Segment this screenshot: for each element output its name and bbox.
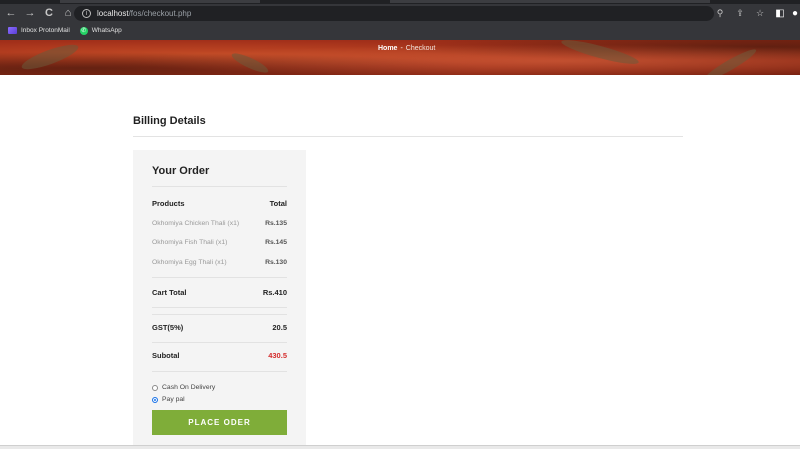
place-order-button[interactable]: PLACE ODER [152, 410, 287, 435]
item-name: Okhomiya Egg Thali (x1) [152, 259, 227, 266]
divider [152, 371, 287, 372]
whatsapp-icon: ✆ [79, 26, 88, 35]
page-bottom-border [0, 445, 800, 449]
zoom-icon[interactable]: ⚲ [710, 8, 730, 19]
site-info-icon[interactable]: i [82, 9, 91, 18]
divider [152, 342, 287, 343]
profile-icon[interactable]: ● [790, 8, 800, 19]
payment-label: Pay pal [162, 396, 185, 403]
item-price: Rs.135 [265, 220, 287, 227]
subtotal-value: 430.5 [268, 351, 287, 360]
breadcrumb-separator: - [400, 45, 403, 52]
products-header: Products [152, 199, 185, 208]
bookmarks-bar: Inbox ProtonMail ✆ WhatsApp [0, 23, 800, 38]
order-title: Your Order [152, 165, 210, 177]
bookmark-star-icon[interactable]: ☆ [750, 8, 770, 19]
url-host: localhost [97, 9, 129, 18]
item-price: Rs.145 [265, 239, 287, 246]
gst-value: 20.5 [272, 323, 287, 332]
forward-icon[interactable]: → [22, 5, 38, 21]
bookmark-label: Inbox ProtonMail [21, 27, 70, 34]
browser-tab[interactable] [60, 0, 260, 3]
toolbar-actions: ⚲ ⇪ ☆ ◧ ● [710, 4, 800, 22]
browser-chrome: ← → C ⌂ i localhost /fos/checkout.php ⚲ … [0, 0, 800, 40]
item-name: Okhomiya Chicken Thali (x1) [152, 220, 240, 227]
divider [152, 307, 287, 308]
divider [152, 314, 287, 315]
subtotal-row: Subotal 430.5 [152, 351, 287, 360]
back-icon[interactable]: ← [3, 5, 19, 21]
order-item-row: Okhomiya Chicken Thali (x1) Rs.135 [152, 220, 287, 227]
browser-tab[interactable] [390, 0, 710, 3]
bookmark-label: WhatsApp [91, 27, 122, 34]
payment-option-paypal[interactable]: Pay pal [152, 396, 185, 403]
reload-icon[interactable]: C [41, 5, 57, 21]
order-item-row: Okhomiya Egg Thali (x1) Rs.130 [152, 259, 287, 266]
item-name: Okhomiya Fish Thali (x1) [152, 239, 228, 246]
item-price: Rs.130 [265, 259, 287, 266]
cart-total-label: Cart Total [152, 288, 187, 297]
payment-option-cod[interactable]: Cash On Delivery [152, 384, 215, 391]
bookmark-whatsapp[interactable]: ✆ WhatsApp [79, 26, 122, 35]
subtotal-label: Subotal [152, 351, 180, 360]
divider [133, 136, 683, 137]
banner-decoration [229, 50, 271, 75]
total-header: Total [269, 199, 287, 208]
protonmail-icon [8, 27, 17, 34]
share-icon[interactable]: ⇪ [730, 8, 750, 19]
url-path: /fos/checkout.php [128, 9, 192, 18]
bookmark-protonmail[interactable]: Inbox ProtonMail [8, 27, 70, 34]
gst-label: GST(5%) [152, 323, 184, 332]
breadcrumb-current: Checkout [405, 45, 436, 52]
side-panel-icon[interactable]: ◧ [770, 8, 790, 19]
radio-button-selected[interactable] [152, 396, 158, 403]
divider [152, 186, 287, 187]
radio-button[interactable] [152, 384, 158, 391]
order-summary-card: Your Order Products Total Okhomiya Chick… [133, 150, 306, 449]
order-header-row: Products Total [152, 199, 287, 208]
address-bar[interactable]: i localhost /fos/checkout.php [74, 6, 714, 21]
banner-decoration [559, 40, 641, 69]
gst-row: GST(5%) 20.5 [152, 323, 287, 332]
divider [152, 277, 287, 278]
cart-total-row: Cart Total Rs.410 [152, 288, 287, 297]
breadcrumb: Home - Checkout [378, 45, 435, 52]
banner-decoration [19, 40, 81, 74]
breadcrumb-home-link[interactable]: Home [378, 45, 397, 52]
banner-decoration [701, 45, 759, 75]
cart-total-value: Rs.410 [262, 288, 287, 297]
payment-label: Cash On Delivery [162, 384, 216, 391]
order-item-row: Okhomiya Fish Thali (x1) Rs.145 [152, 239, 287, 246]
page-title: Billing Details [133, 115, 206, 127]
